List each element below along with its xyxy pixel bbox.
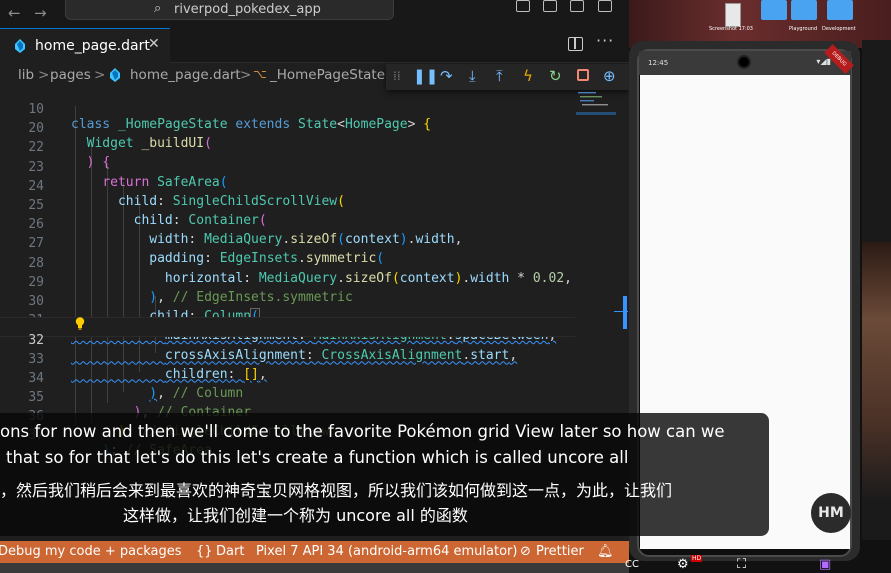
pause-icon[interactable]: ❚❚	[413, 67, 438, 85]
lightbulb-icon[interactable]	[75, 317, 85, 330]
settings-gear-icon[interactable]: ⚙	[677, 557, 689, 572]
code-line-current[interactable]: 32 crossAxisAlignment: CrossAxisAlignmen…	[0, 317, 575, 363]
command-center-text: riverpod_pokedex_app	[174, 2, 321, 17]
close-tab-icon[interactable]: ✕	[148, 36, 160, 52]
tab-bar: home_page.dart ✕ ···	[0, 28, 629, 63]
toggle-sidebar-icon[interactable]	[516, 0, 530, 12]
phone-time: 12:45	[648, 59, 669, 67]
step-into-icon[interactable]: ⤓	[469, 67, 476, 85]
code-line[interactable]: 34 ), // Column	[0, 356, 575, 401]
status-prettier[interactable]: Prettier	[536, 544, 584, 559]
subtitle-line-2: that so for that let's do this let's cre…	[6, 448, 629, 467]
hot-reload-icon[interactable]: ϟ	[523, 67, 533, 85]
desktop-label-playground: Playground	[789, 26, 818, 32]
dart-file-icon	[15, 39, 25, 53]
customize-layout-icon[interactable]	[598, 0, 612, 12]
more-actions-icon[interactable]: ···	[596, 31, 614, 50]
restart-icon[interactable]: ↻	[549, 67, 562, 85]
breadcrumb-separator: >	[240, 67, 252, 83]
dart-file-icon	[110, 68, 120, 82]
code-line[interactable]: 26 width: MediaQuery.sizeOf(context).wid…	[0, 202, 575, 247]
status-device[interactable]: Pixel 7 API 34 (android-arm64 emulator)	[256, 544, 517, 559]
step-out-icon[interactable]: ⤒	[496, 67, 503, 85]
video-subtitles: ons for now and then we'll come to the f…	[0, 413, 769, 536]
back-arrow-icon[interactable]: ←	[8, 4, 21, 22]
desktop-label-development: Development	[822, 26, 856, 32]
desktop-label-screenshot: Screenshot 17:03	[709, 26, 753, 32]
tab-home-page-dart[interactable]: home_page.dart ✕	[0, 28, 170, 63]
breadcrumb-item-file[interactable]: home_page.dart	[130, 67, 241, 83]
scrollbar-marker[interactable]	[623, 296, 627, 329]
subtitle-line-3: ，然后我们稍后会来到最喜欢的神奇宝贝网格视图，所以我们该如何做到这一点，为此，让…	[0, 481, 673, 500]
title-bar: ← → ⌕ riverpod_pokedex_app	[0, 0, 629, 28]
breadcrumb-item-pages[interactable]: pages	[50, 67, 91, 83]
code-line[interactable]: 22 ) {	[0, 125, 575, 170]
code-line[interactable]: 27 padding: EdgeInsets.symmetric(	[0, 221, 575, 266]
code-line[interactable]: 24 child: SingleChildScrollView(	[0, 164, 575, 209]
status-bar: Debug my code + packages {} Dart Pixel 7…	[0, 541, 629, 563]
stop-icon[interactable]	[577, 69, 589, 81]
front-camera-icon	[737, 55, 751, 69]
code-line[interactable]: 29 ), // EdgeInsets.symmetric	[0, 260, 575, 305]
screenshot-file-icon[interactable]	[725, 3, 741, 27]
video-progress-area	[0, 563, 629, 573]
hd-badge-icon: HD	[691, 555, 703, 562]
code-line[interactable]: 20 Widget _buildUI(	[0, 106, 575, 151]
toggle-secondary-sidebar-icon[interactable]	[570, 0, 584, 12]
breadcrumb-item-class[interactable]: _HomePageState	[270, 67, 385, 83]
code-line[interactable]: 10 class _HomePageState extends State<Ho…	[0, 87, 575, 132]
subtitle-line-1: ons for now and then we'll come to the f…	[0, 422, 725, 441]
status-language[interactable]: Dart	[216, 544, 244, 559]
code-area[interactable]: 10 class _HomePageState extends State<Ho…	[0, 87, 575, 458]
breadcrumb-item-lib[interactable]: lib	[18, 67, 34, 83]
subtitle-line-4: 这样做，让我们创建一个称为 uncore all 的函数	[123, 506, 468, 525]
breadcrumb-separator: >	[38, 67, 50, 83]
folder-icon[interactable]	[827, 0, 853, 20]
captions-icon[interactable]: CC	[625, 559, 639, 570]
step-over-icon[interactable]: ↷	[440, 67, 453, 85]
extension-icon[interactable]: ▣	[819, 557, 831, 572]
tab-label: home_page.dart	[35, 38, 150, 54]
fullscreen-icon[interactable]: ⛶	[737, 557, 746, 572]
folder-icon[interactable]	[761, 0, 787, 20]
code-line[interactable]: 28 horizontal: MediaQuery.sizeOf(context…	[0, 241, 575, 286]
code-line[interactable]: 31 mainAxisAlignment: MainAxisAlignment.…	[0, 298, 575, 343]
code-line[interactable]: 25 child: Container(	[0, 183, 575, 228]
code-line[interactable]: 33 children: [],	[0, 337, 575, 382]
devtools-search-icon[interactable]: ⊕	[603, 67, 616, 85]
toggle-panel-icon[interactable]	[543, 0, 557, 12]
class-symbol-icon: ⌥	[253, 67, 267, 81]
phone-system-icons: ▾◢▮	[816, 57, 831, 66]
forward-arrow-icon[interactable]: →	[34, 4, 47, 22]
notifications-bell-icon[interactable]: 🔔︎	[597, 544, 614, 559]
minimap[interactable]	[576, 90, 626, 130]
split-editor-icon[interactable]	[568, 37, 583, 51]
webcam-video	[862, 242, 891, 502]
breadcrumb-separator: >	[94, 67, 106, 83]
drag-handle-icon[interactable]: ⁞⁞	[393, 69, 401, 83]
prettier-check-icon: ⊘	[520, 544, 531, 559]
code-line[interactable]: 35 ), // Container	[0, 375, 575, 420]
code-line[interactable]: 30 child: Column(	[0, 279, 575, 325]
code-line[interactable]: 23 return SafeArea(	[0, 145, 575, 190]
avatar: HM	[811, 493, 851, 533]
video-player-controls: CC ⚙ HD ⛶ ▣	[625, 555, 891, 573]
status-language-brace: {}	[196, 544, 213, 559]
status-debug-config[interactable]: Debug my code + packages	[0, 544, 182, 559]
code-line[interactable]: 36 ), // SingleChildScrollView	[0, 394, 575, 439]
command-center-search[interactable]: ⌕ riverpod_pokedex_app	[65, 0, 394, 20]
folder-icon[interactable]	[791, 0, 817, 20]
search-icon: ⌕	[154, 1, 162, 16]
